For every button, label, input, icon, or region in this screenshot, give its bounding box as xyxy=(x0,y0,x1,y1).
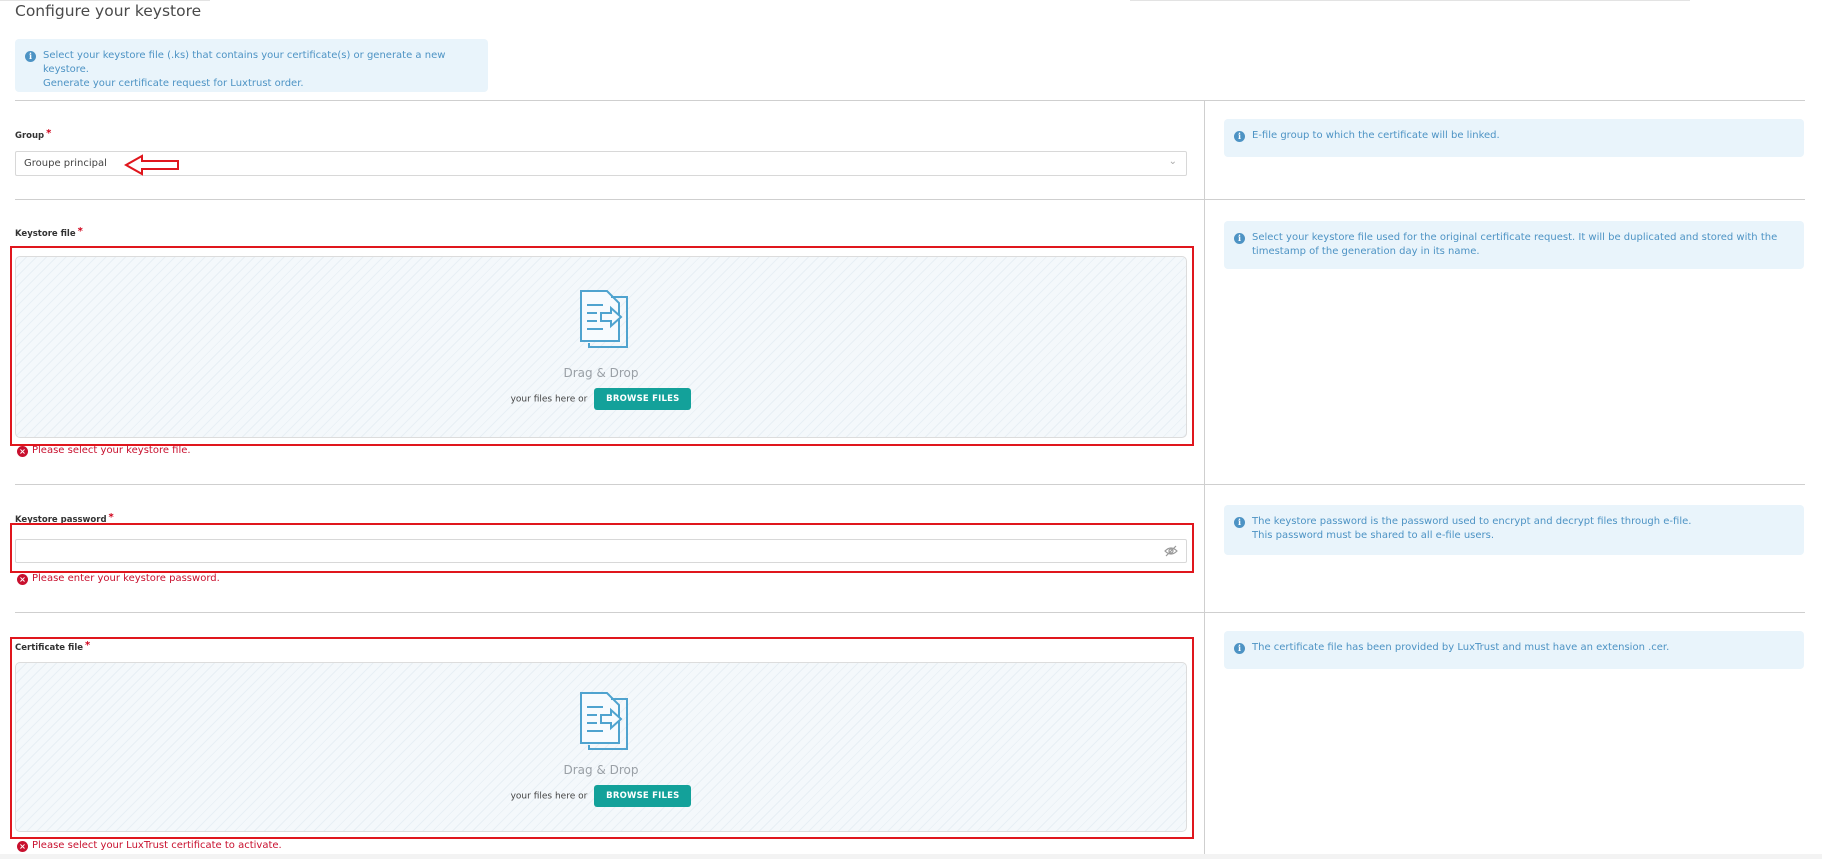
intro-info-box: i Select your keystore file (.ks) that c… xyxy=(15,39,488,92)
intro-text: Select your keystore file (.ks) that con… xyxy=(43,49,478,91)
certificate-file-help-text: The certificate file has been provided b… xyxy=(1252,642,1670,653)
browse-files-button[interactable]: BROWSE FILES xyxy=(594,388,692,410)
keystore-file-label-text: Keystore file xyxy=(15,229,76,239)
info-icon: i xyxy=(1234,131,1245,142)
keystore-file-error: × Please select your keystore file. xyxy=(17,445,191,457)
keystore-password-error: × Please enter your keystore password. xyxy=(17,573,220,585)
section-divider xyxy=(15,612,1805,613)
section-divider xyxy=(15,199,1805,200)
certificate-file-label: Certificate file * xyxy=(15,640,91,653)
group-selected-value: Groupe principal xyxy=(24,158,107,169)
keystore-file-dropzone[interactable]: Drag & Drop your files here or BROWSE FI… xyxy=(15,256,1187,438)
drag-drop-title: Drag & Drop xyxy=(563,763,639,777)
error-circle-icon: × xyxy=(17,446,28,457)
required-mark: * xyxy=(46,128,52,139)
file-upload-icon xyxy=(580,692,628,750)
keystore-password-input[interactable] xyxy=(15,539,1187,563)
keystore-file-help-line-2: timestamp of the generation day in its n… xyxy=(1252,246,1480,257)
tab-divider xyxy=(0,0,210,1)
section-divider xyxy=(15,100,1805,101)
certificate-file-error-text: Please select your LuxTrust certificate … xyxy=(32,840,282,851)
column-divider xyxy=(1204,100,1205,199)
column-divider xyxy=(1204,484,1205,612)
keystore-password-help-box: i The keystore password is the password … xyxy=(1224,505,1804,555)
error-circle-icon: × xyxy=(17,841,28,852)
drag-drop-row: your files here or BROWSE FILES xyxy=(16,785,1186,807)
drag-drop-text: your files here or xyxy=(510,791,588,802)
certificate-file-error: × Please select your LuxTrust certificate… xyxy=(17,840,282,852)
info-icon: i xyxy=(1234,517,1245,528)
page-title: Configure your keystore xyxy=(15,2,202,20)
error-circle-icon: × xyxy=(17,574,28,585)
drag-drop-text: your files here or xyxy=(510,394,588,405)
intro-line-1: Select your keystore file (.ks) that con… xyxy=(43,50,446,75)
group-label-text: Group xyxy=(15,131,45,141)
drag-drop-title: Drag & Drop xyxy=(563,366,639,380)
certificate-file-label-text: Certificate file xyxy=(15,643,84,653)
keystore-password-error-text: Please enter your keystore password. xyxy=(32,573,220,584)
group-help-text: E-file group to which the certificate wi… xyxy=(1252,130,1500,141)
keystore-file-error-text: Please select your keystore file. xyxy=(32,445,191,456)
column-divider xyxy=(1204,612,1205,854)
certificate-file-dropzone[interactable]: Drag & Drop your files here or BROWSE FI… xyxy=(15,662,1187,832)
file-upload-icon xyxy=(580,290,628,348)
certificate-file-help-box: i The certificate file has been provided… xyxy=(1224,631,1804,669)
browse-files-button[interactable]: BROWSE FILES xyxy=(594,785,692,807)
drag-drop-row: your files here or BROWSE FILES xyxy=(16,388,1186,410)
eye-off-icon[interactable] xyxy=(1164,545,1178,557)
required-mark: * xyxy=(77,226,83,237)
column-divider xyxy=(1204,199,1205,484)
group-help-box: i E-file group to which the certificate … xyxy=(1224,119,1804,157)
info-icon: i xyxy=(1234,233,1245,244)
keystore-password-help-line-1: The keystore password is the password us… xyxy=(1252,516,1692,527)
info-icon: i xyxy=(25,51,36,62)
top-tab-strip xyxy=(0,0,1822,4)
configure-keystore-page: Configure your keystore i Select your ke… xyxy=(0,0,1822,859)
section-divider xyxy=(15,484,1805,485)
group-select[interactable]: Groupe principal ⌄ xyxy=(15,151,1187,176)
left-arrow-annotation xyxy=(124,154,179,176)
intro-line-2: Generate your certificate request for Lu… xyxy=(43,78,304,89)
keystore-password-help-text: The keystore password is the password us… xyxy=(1252,515,1794,543)
bottom-scroll-strip xyxy=(0,854,1822,859)
keystore-file-help-line-1: Select your keystore file used for the o… xyxy=(1252,232,1778,243)
tab-divider xyxy=(1130,0,1690,1)
keystore-password-help-line-2: This password must be shared to all e-fi… xyxy=(1252,530,1495,541)
info-icon: i xyxy=(1234,643,1245,654)
chevron-down-icon: ⌄ xyxy=(1168,156,1177,167)
required-mark: * xyxy=(85,640,91,651)
group-label: Group * xyxy=(15,128,52,141)
keystore-file-help-text: Select your keystore file used for the o… xyxy=(1252,231,1794,259)
keystore-file-help-box: i Select your keystore file used for the… xyxy=(1224,221,1804,269)
keystore-file-label: Keystore file * xyxy=(15,226,83,239)
required-mark: * xyxy=(108,512,114,523)
